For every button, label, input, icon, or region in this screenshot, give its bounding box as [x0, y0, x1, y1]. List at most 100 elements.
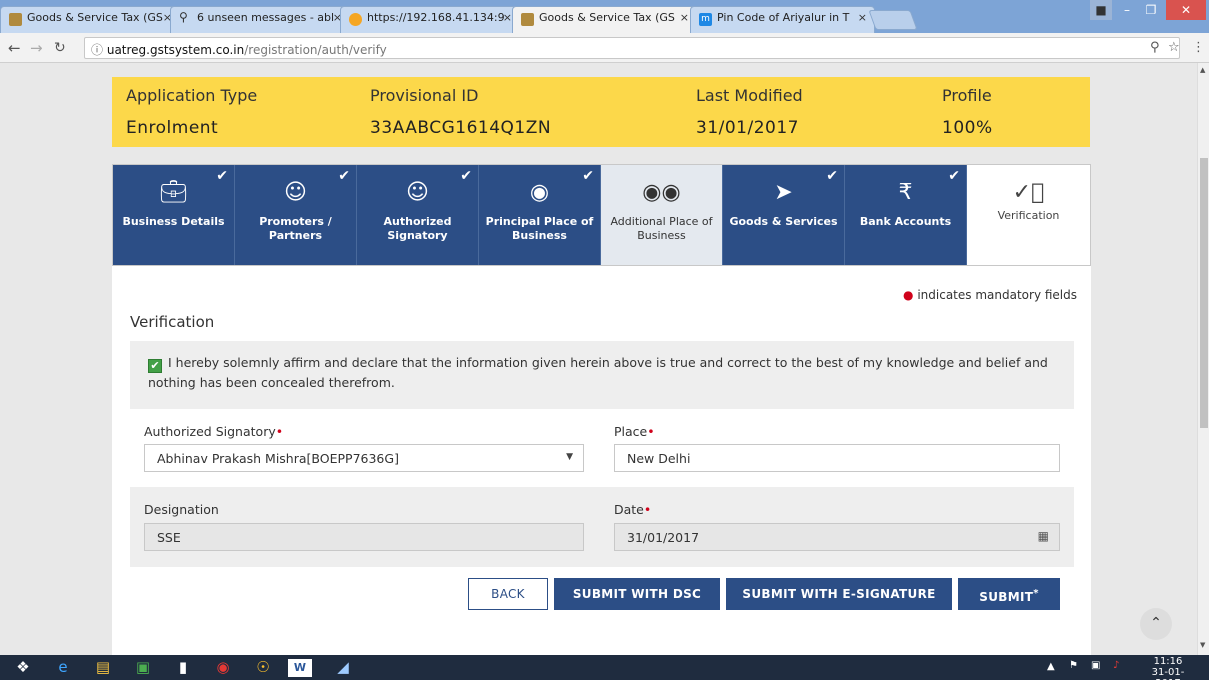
url-input[interactable]: ⓘ uatreg.gstsystem.co.in/registration/au… — [84, 37, 1180, 59]
back-arrow-icon[interactable]: ← — [8, 39, 21, 57]
briefcase-icon: 💼︎ — [159, 180, 188, 205]
windows-start-icon[interactable]: ❖ — [8, 657, 38, 678]
signatory-place-row: Authorized Signatory• Abhinav Prakash Mi… — [130, 409, 1074, 487]
location-pin-icon: ◉ — [529, 180, 550, 205]
goods-icon: ➤ — [774, 180, 793, 205]
file-explorer-icon[interactable]: ▤ — [88, 657, 118, 678]
scroll-to-top-button[interactable]: ⌃ — [1140, 608, 1172, 640]
profile-label: Profile — [942, 86, 992, 105]
gst-emblem-icon — [521, 13, 534, 26]
tab-principal-place[interactable]: ✔ ◉ Principal Place of Business — [479, 165, 601, 265]
word-icon[interactable]: W — [288, 659, 312, 677]
place-label: Place• — [614, 424, 655, 439]
page-viewport: Application Type Enrolment Provisional I… — [0, 63, 1197, 655]
app-blue-icon[interactable]: ◢ — [328, 657, 358, 678]
browser-tab-active[interactable]: Goods & Service Tax (GS × — [512, 6, 697, 33]
globe-icon — [349, 13, 362, 26]
rupee-icon: ₹ — [898, 180, 913, 205]
signatory-icon: ☺ — [406, 180, 429, 205]
declaration-box: ✔ I hereby solemnly affirm and declare th… — [130, 341, 1074, 409]
place-input[interactable]: New Delhi — [614, 444, 1060, 472]
tab-bank-accounts[interactable]: ✔ ₹ Bank Accounts — [845, 165, 967, 265]
bookmark-star-icon[interactable]: ☆ — [1168, 40, 1180, 55]
close-icon[interactable]: × — [503, 11, 512, 24]
browser-tab-title: https://192.168.41.134:9 — [367, 11, 505, 24]
menu-icon[interactable]: ⋮ — [1192, 40, 1205, 55]
provisional-id-label: Provisional ID — [370, 86, 479, 105]
declaration-text: I hereby solemnly affirm and declare tha… — [148, 355, 1048, 390]
authorized-signatory-select[interactable]: Abhinav Prakash Mishra[BOEPP7636G] ▼ — [144, 444, 584, 472]
submit-with-dsc-button[interactable]: SUBMIT WITH DSC — [554, 578, 720, 610]
scrollbar-thumb[interactable] — [1200, 158, 1208, 428]
tab-authorized-signatory[interactable]: ✔ ☺ Authorized Signatory — [357, 165, 479, 265]
declaration-checkbox[interactable]: ✔ — [148, 359, 162, 373]
m-logo-icon: m — [699, 13, 712, 26]
tab-promoters-partners[interactable]: ✔ ☺ Promoters / Partners — [235, 165, 357, 265]
store-icon[interactable]: ▣ — [128, 657, 158, 678]
step-label: Promoters / Partners — [259, 215, 332, 242]
browser-tab-title: Goods & Service Tax (GS — [539, 11, 675, 24]
network-icon[interactable]: ▣ — [1091, 660, 1100, 671]
app-icon[interactable]: ▮ — [168, 657, 198, 678]
volume-icon[interactable]: ♪ — [1113, 660, 1119, 671]
person-icon: ☺ — [284, 180, 307, 205]
window-close-icon[interactable]: ✕ — [1166, 0, 1206, 20]
tab-additional-place[interactable]: ◉◉ Additional Place of Business — [601, 165, 723, 265]
flag-icon[interactable]: ⚑ — [1069, 660, 1078, 671]
calendar-icon[interactable]: ▦ — [1038, 529, 1049, 543]
chrome-icon[interactable]: ☉ — [248, 657, 278, 678]
windows-taskbar: ❖ e ▤ ▣ ▮ ◉ ☉ W ◢ ▲ ⚑ ▣ ♪ 11:16 31-01-201… — [0, 655, 1209, 689]
restore-icon[interactable]: ❐ — [1140, 0, 1162, 20]
app-red-icon[interactable]: ◉ — [208, 657, 238, 678]
page-scrollbar[interactable]: ▲ ▼ — [1197, 63, 1209, 655]
user-profile-icon[interactable]: ■ — [1090, 0, 1112, 20]
reload-icon[interactable]: ↻ — [54, 40, 66, 56]
last-modified-value: 31/01/2017 — [696, 118, 799, 138]
application-type-value: Enrolment — [126, 118, 219, 138]
address-bar-area: ← → ↻ ⓘ uatreg.gstsystem.co.in/registrat… — [0, 33, 1209, 63]
profile-value: 100% — [942, 118, 993, 138]
registration-steps: ✔ 💼︎ Business Details ✔ ☺ Promoters / Pa… — [112, 164, 1091, 266]
tray-expand-icon[interactable]: ▲ — [1047, 661, 1055, 672]
browser-tab[interactable]: m Pin Code of Ariyalur in T × — [690, 6, 875, 33]
provisional-id-value: 33AABCG1614Q1ZN — [370, 118, 552, 138]
browser-tab[interactable]: ⚲ 6 unseen messages - abl × — [170, 6, 350, 33]
browser-tab-strip: Goods & Service Tax (GS × ⚲ 6 unseen mes… — [0, 0, 1209, 33]
back-button[interactable]: BACK — [468, 578, 548, 610]
system-tray: ▲ ⚑ ▣ ♪ 11:16 31-01-2017 — [1041, 656, 1201, 689]
designation-date-row: Designation SSE Date• 31/01/2017 ▦ — [130, 487, 1074, 567]
ie-icon[interactable]: e — [48, 657, 78, 678]
tab-verification[interactable]: ✓⃝ Verification — [967, 165, 1090, 265]
browser-tab[interactable]: Goods & Service Tax (GS × — [0, 6, 180, 33]
browser-tab-title: 6 unseen messages - abl — [197, 11, 335, 24]
verification-form: ● indicates mandatory fields Verificatio… — [112, 266, 1091, 655]
new-tab-button[interactable] — [868, 10, 918, 30]
scroll-up-icon[interactable]: ▲ — [1200, 66, 1205, 74]
search-icon: ⚲ — [179, 10, 188, 24]
extension-icon[interactable]: ⚲ — [1150, 40, 1160, 55]
close-icon[interactable]: × — [858, 11, 867, 24]
check-circle-icon: ✓⃝ — [1012, 180, 1045, 205]
browser-tab[interactable]: https://192.168.41.134:9 × — [340, 6, 520, 33]
submit-button[interactable]: SUBMIT* — [958, 578, 1060, 610]
application-banner: Application Type Enrolment Provisional I… — [112, 77, 1090, 147]
clock[interactable]: 11:16 31-01-2017 — [1141, 656, 1195, 689]
tab-goods-services[interactable]: ✔ ➤ Goods & Services — [723, 165, 845, 265]
section-title: Verification — [130, 313, 215, 331]
chevron-down-icon: ▼ — [566, 452, 573, 462]
submit-with-esignature-button[interactable]: SUBMIT WITH E-SIGNATURE — [726, 578, 952, 610]
application-type-label: Application Type — [126, 86, 258, 105]
forward-arrow-icon[interactable]: → — [30, 39, 43, 57]
designation-field: SSE — [144, 523, 584, 551]
step-label: Bank Accounts — [859, 215, 952, 228]
url-host: uatreg.gstsystem.co.in — [106, 43, 245, 57]
close-icon[interactable]: × — [680, 11, 689, 24]
date-field[interactable]: 31/01/2017 ▦ — [614, 523, 1060, 551]
minimize-icon[interactable]: – — [1116, 0, 1138, 20]
mandatory-note: ● indicates mandatory fields — [903, 288, 1077, 302]
gst-emblem-icon — [9, 13, 22, 26]
multi-location-icon: ◉◉ — [642, 180, 681, 205]
tab-business-details[interactable]: ✔ 💼︎ Business Details — [113, 165, 235, 265]
url-path: /registration/auth/verify — [244, 43, 387, 57]
scroll-down-icon[interactable]: ▼ — [1200, 641, 1205, 649]
